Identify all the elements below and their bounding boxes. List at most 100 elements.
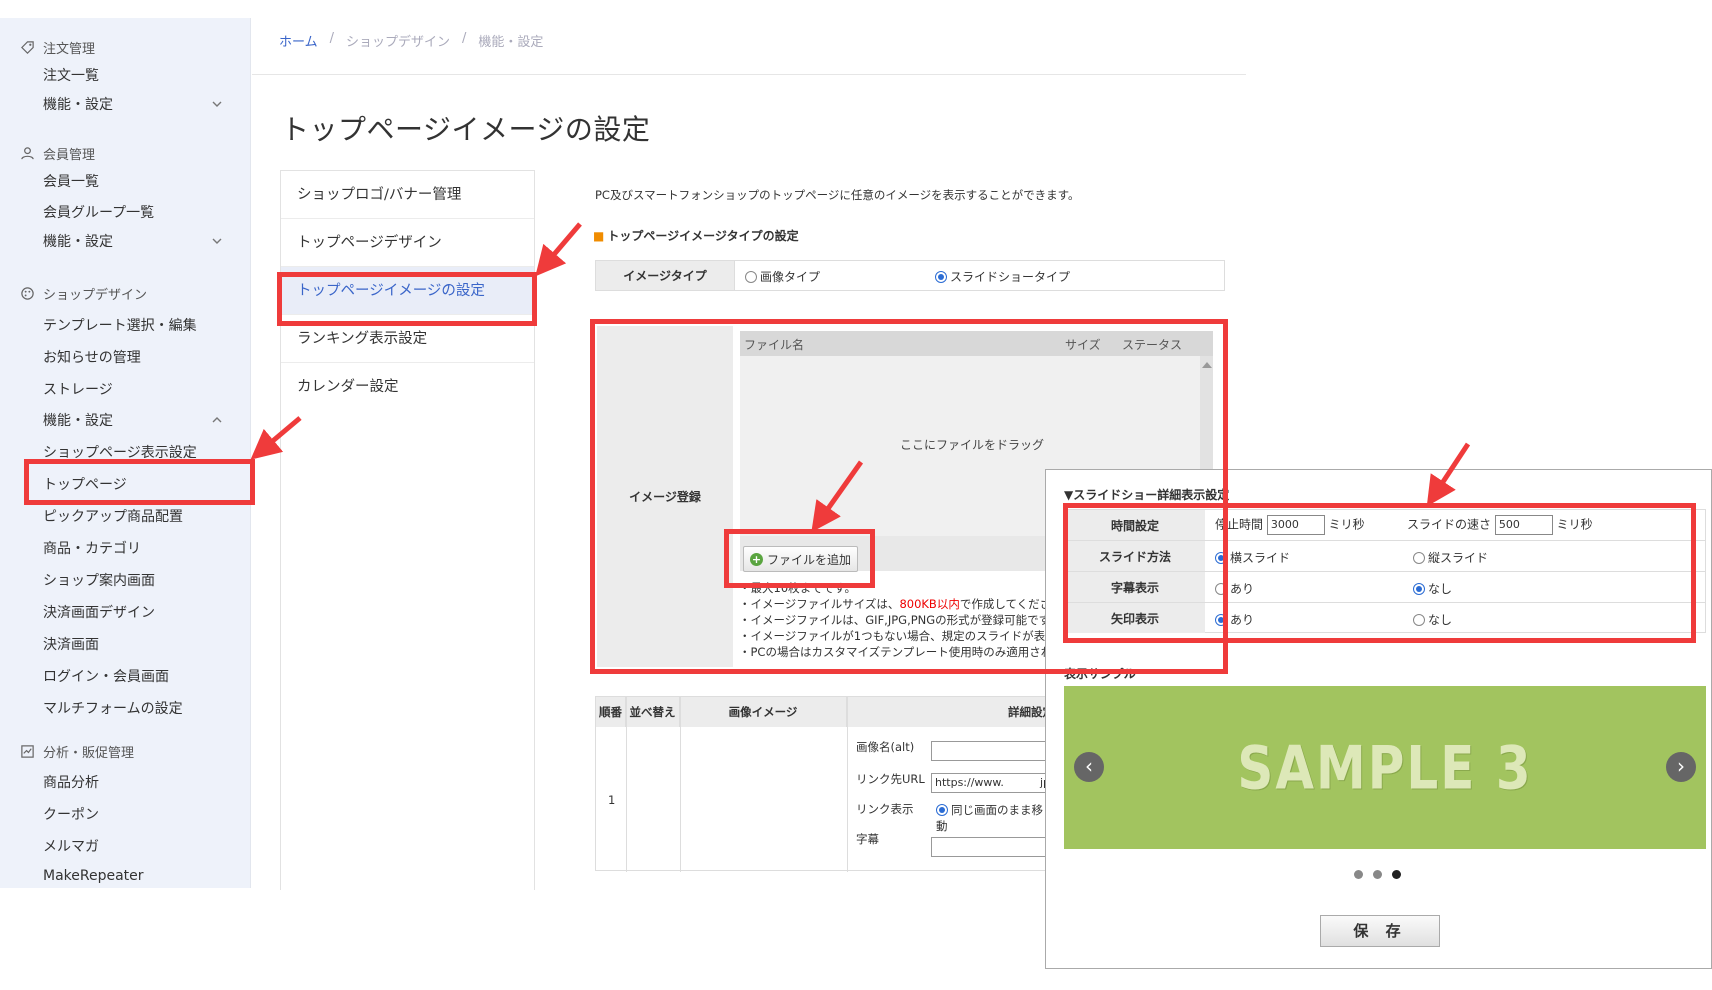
radio-label: スライドショータイプ: [950, 270, 1071, 284]
col-status: ステータス: [1122, 338, 1183, 352]
sample-slide: SAMPLE 3 ‹ ›: [1064, 686, 1706, 849]
radio-same-window[interactable]: 同じ画面のまま移動: [936, 802, 1054, 834]
radio-on-icon: [1215, 614, 1227, 626]
submenu-ranking[interactable]: ランキング表示設定: [281, 315, 534, 363]
radio-arrow-off[interactable]: なし: [1413, 611, 1452, 628]
sidebar-item-order-list[interactable]: 注文一覧: [43, 65, 99, 85]
sidebar-item-news[interactable]: お知らせの管理: [43, 347, 141, 367]
sidebar-item-top-page[interactable]: トップページ: [43, 474, 127, 494]
radio-on-icon: [935, 271, 947, 283]
submenu-top-design[interactable]: トップページデザイン: [281, 219, 534, 267]
sidebar-item-login[interactable]: ログイン・会員画面: [43, 666, 169, 686]
sidebar-item-multiform[interactable]: マルチフォームの設定: [43, 698, 183, 718]
submenu-top-image[interactable]: トップページイメージの設定: [281, 267, 534, 315]
sidebar-section-members[interactable]: 会員管理: [20, 144, 95, 163]
sidebar-item-product-analysis[interactable]: 商品分析: [43, 772, 99, 792]
radio-vertical[interactable]: 縦スライド: [1413, 549, 1488, 566]
radio-caption-off[interactable]: なし: [1413, 580, 1452, 597]
save-button[interactable]: 保 存: [1320, 915, 1440, 947]
next-arrow-icon[interactable]: ›: [1666, 752, 1696, 782]
slide-speed-input[interactable]: 500: [1494, 515, 1553, 535]
breadcrumb-shop-design[interactable]: ショップデザイン: [346, 31, 450, 50]
sidebar-item-shop-page-display[interactable]: ショップページ表示設定: [43, 442, 197, 462]
slide-dot-2[interactable]: [1373, 870, 1382, 879]
radio-label: あり: [1230, 582, 1255, 596]
sidebar-section-title: 注文管理: [43, 42, 96, 57]
sidebar: 注文管理 注文一覧 機能・設定 会員管理 会員一覧 会員グループ一覧 機能・設定…: [0, 18, 251, 888]
note-line: ・最大10枚までです。: [739, 581, 856, 595]
slide-dot-3[interactable]: [1392, 870, 1401, 879]
radio-label: 縦スライド: [1428, 551, 1489, 565]
sidebar-section-analytics[interactable]: 分析・販促管理: [20, 742, 134, 761]
sidebar-item-template[interactable]: テンプレート選択・編集: [43, 315, 197, 335]
sidebar-section-shop-design[interactable]: ショップデザイン: [20, 284, 147, 303]
image-type-options: 画像タイプ スライドショータイプ: [734, 261, 1224, 290]
sidebar-item-order-settings[interactable]: 機能・設定: [43, 94, 113, 114]
col-divider: [847, 697, 848, 872]
sidebar-item-product-category[interactable]: 商品・カテゴリ: [43, 538, 141, 558]
breadcrumb: ホーム / ショップデザイン / 機能・設定: [279, 31, 543, 50]
page-description: PC及びスマートフォンショップのトップページに任意のイメージを表示することができ…: [595, 188, 1080, 202]
drop-text: ここにファイルをドラッグ: [900, 438, 1045, 452]
caption-input[interactable]: [931, 837, 1055, 857]
radio-caption-on[interactable]: あり: [1215, 580, 1254, 597]
radio-on-icon: [1215, 552, 1227, 564]
caption-label: 字幕: [856, 832, 879, 846]
section-title: ■ トップページイメージタイプの設定: [593, 227, 799, 244]
alt-label: 画像名(alt): [856, 740, 915, 754]
alt-input[interactable]: [931, 741, 1055, 761]
sidebar-item-member-list[interactable]: 会員一覧: [43, 171, 99, 191]
submenu-logo-banner[interactable]: ショップロゴ/バナー管理: [281, 171, 534, 219]
submenu-calendar[interactable]: カレンダー設定: [281, 363, 534, 411]
chevron-up-icon[interactable]: [211, 414, 223, 426]
sidebar-item-coupon[interactable]: クーポン: [43, 804, 99, 824]
sidebar-item-shop-guide[interactable]: ショップ案内画面: [43, 570, 155, 590]
row-method: スライド方法 横スライド 縦スライド: [1065, 541, 1705, 572]
row-time: 時間設定 停止時間 3000 ミリ秒 スライドの速さ 500 ミリ秒: [1065, 510, 1705, 541]
chart-icon: [21, 745, 34, 758]
radio-label: 同じ画面のまま移動: [936, 803, 1043, 833]
scroll-up-icon[interactable]: [1202, 362, 1212, 368]
breadcrumb-home[interactable]: ホーム: [279, 31, 318, 50]
unit-label: ミリ秒: [1328, 517, 1365, 532]
arrow-display-label: 矢印表示: [1065, 603, 1205, 633]
sidebar-item-pickup[interactable]: ピックアップ商品配置: [43, 506, 183, 526]
slideshow-settings-table: 時間設定 停止時間 3000 ミリ秒 スライドの速さ 500 ミリ秒 スライド方…: [1064, 509, 1706, 633]
stop-time-input[interactable]: 3000: [1266, 515, 1325, 535]
chevron-down-icon[interactable]: [211, 98, 223, 110]
col-sort: 並べ替え: [626, 697, 680, 727]
settings-submenu: ショップロゴ/バナー管理 トップページデザイン トップページイメージの設定 ラン…: [280, 170, 535, 890]
slide-dot-1[interactable]: [1354, 870, 1363, 879]
upload-notes: ・最大10枚までです。 ・イメージファイルサイズは、800KB以内で作成してくだ…: [739, 580, 1074, 660]
radio-arrow-on[interactable]: あり: [1215, 611, 1254, 628]
breadcrumb-separator: /: [462, 31, 467, 46]
sidebar-section-orders[interactable]: 注文管理: [20, 38, 95, 57]
radio-label: 横スライド: [1230, 551, 1291, 565]
sidebar-item-mailmag[interactable]: メルマガ: [43, 836, 99, 856]
chevron-down-icon[interactable]: [211, 235, 223, 247]
col-image: 画像イメージ: [680, 697, 847, 727]
sidebar-item-member-settings[interactable]: 機能・設定: [43, 231, 113, 251]
sidebar-item-design-settings[interactable]: 機能・設定: [43, 410, 113, 430]
slide-dots: [1354, 870, 1401, 879]
sidebar-item-makerepeater[interactable]: MakeRepeater: [43, 868, 144, 884]
image-type-label: イメージタイプ: [596, 261, 734, 290]
add-file-button[interactable]: + ファイルを追加: [743, 546, 858, 572]
tag-icon: [21, 41, 34, 54]
user-icon: [21, 147, 34, 160]
url-input[interactable]: https://www.jp: [931, 773, 1055, 793]
prev-arrow-icon[interactable]: ‹: [1074, 752, 1104, 782]
radio-horizontal[interactable]: 横スライド: [1215, 549, 1290, 566]
radio-label: なし: [1428, 582, 1453, 596]
slideshow-settings-panel: ▼スライドショー詳細表示設定 時間設定 停止時間 3000 ミリ秒 スライドの速…: [1045, 469, 1712, 969]
sidebar-item-storage[interactable]: ストレージ: [43, 379, 113, 399]
sidebar-section-title: ショップデザイン: [43, 288, 148, 303]
note-line: ・イメージファイルサイズは、800KB以内で作成してください。: [739, 597, 1075, 611]
sidebar-item-member-groups[interactable]: 会員グループ一覧: [43, 202, 154, 222]
radio-slideshow-type[interactable]: スライドショータイプ: [935, 268, 1070, 285]
row-caption: 字幕表示 あり なし: [1065, 572, 1705, 603]
sidebar-item-payment[interactable]: 決済画面: [43, 634, 99, 654]
radio-image-type[interactable]: 画像タイプ: [745, 268, 820, 285]
note-line: ・イメージファイルは、GIF,JPG,PNGの形式が登録可能です。: [739, 613, 1061, 627]
sidebar-item-payment-design[interactable]: 決済画面デザイン: [43, 602, 155, 622]
